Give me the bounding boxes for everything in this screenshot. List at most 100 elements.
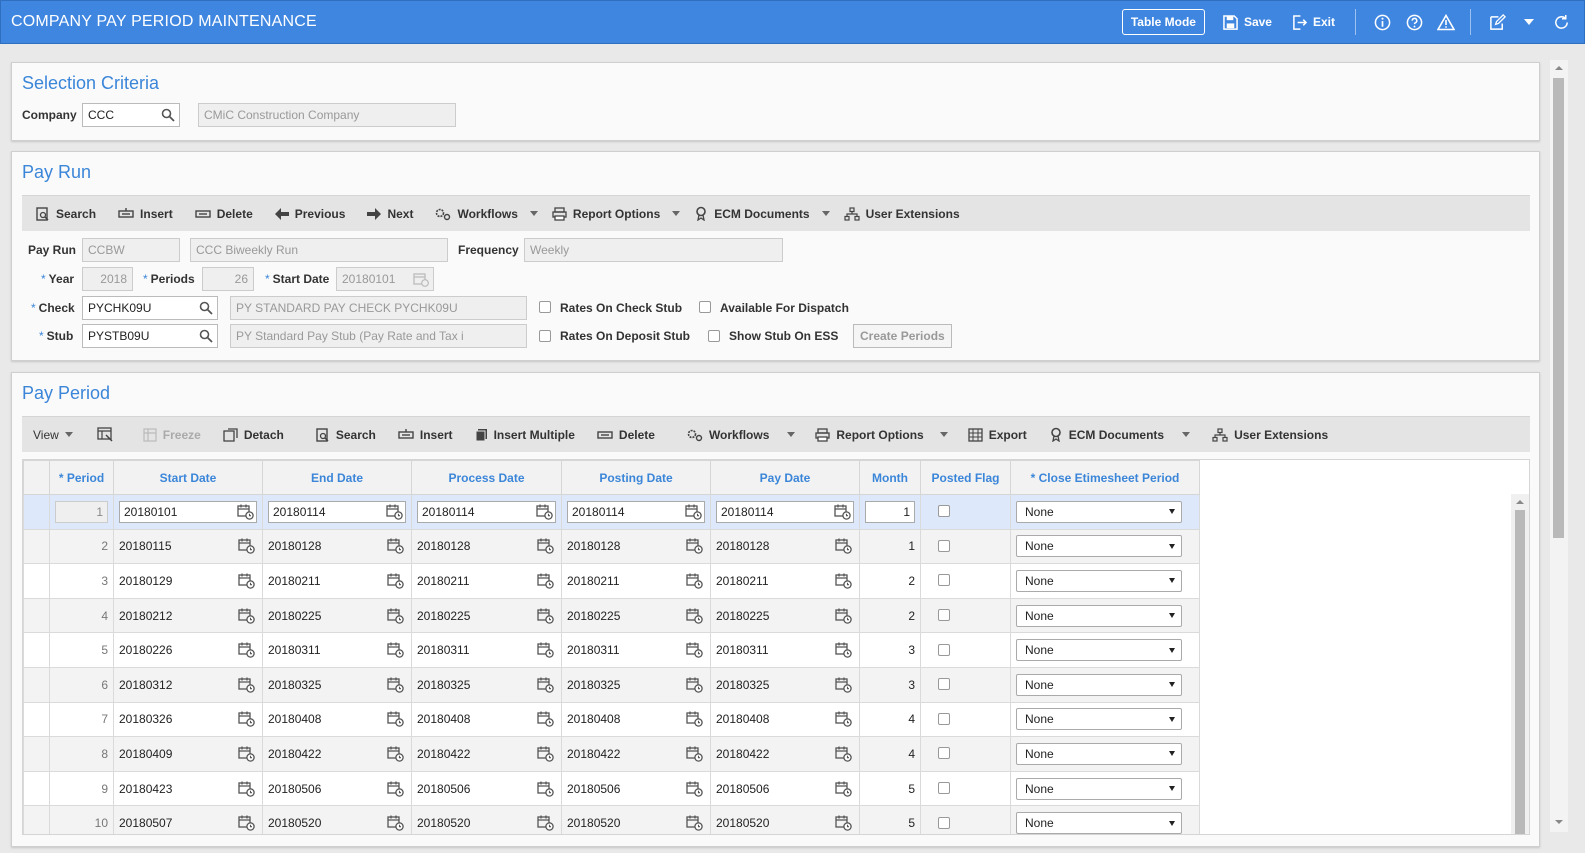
column-header-posting-date[interactable]: Posting Date bbox=[561, 460, 711, 495]
calendar-icon[interactable] bbox=[238, 781, 255, 797]
previous-button[interactable]: Previous bbox=[274, 207, 345, 221]
posted-flag-checkbox[interactable] bbox=[938, 574, 950, 587]
row-selector[interactable] bbox=[23, 494, 50, 530]
start-date-cell[interactable]: 20180507 bbox=[113, 805, 263, 834]
calendar-icon[interactable] bbox=[536, 504, 553, 520]
table-row[interactable]: 7 20180326 20180408 20180408 20180408 2018040… bbox=[23, 701, 1200, 738]
row-selector[interactable] bbox=[23, 597, 50, 634]
calendar-icon[interactable] bbox=[387, 677, 404, 693]
row-selector[interactable] bbox=[23, 805, 50, 834]
process-date-cell[interactable]: 20180211 bbox=[411, 563, 562, 599]
start-date-cell[interactable]: 20180326 bbox=[113, 701, 263, 738]
next-button[interactable]: Next bbox=[367, 207, 413, 221]
report-options-button[interactable]: Report Options bbox=[815, 428, 967, 442]
table-row[interactable]: 6 20180312 20180325 20180325 20180325 2018032… bbox=[23, 666, 1200, 703]
pay-date-input[interactable]: 20180114 bbox=[716, 500, 854, 523]
table-row[interactable]: 8 20180409 20180422 20180422 20180422 2018042… bbox=[23, 736, 1200, 772]
calendar-icon[interactable] bbox=[238, 573, 255, 589]
table-row[interactable]: 4 20180212 20180225 20180225 20180225 2018022… bbox=[23, 597, 1200, 634]
row-selector[interactable] bbox=[23, 632, 50, 668]
calendar-icon[interactable] bbox=[238, 642, 255, 658]
table-row[interactable]: 1 20180101 20180114 20180114 20180114 2018011… bbox=[23, 494, 1200, 530]
pay-date-cell[interactable]: 20180520 bbox=[710, 805, 860, 834]
close-etimesheet-select[interactable]: None bbox=[1016, 812, 1182, 834]
calendar-icon[interactable] bbox=[834, 504, 851, 520]
process-date-cell[interactable]: 20180506 bbox=[411, 770, 562, 807]
ecm-documents-button[interactable]: ECM Documents bbox=[1049, 427, 1212, 442]
period-cell[interactable]: 8 bbox=[49, 736, 114, 772]
posting-date-cell[interactable]: 20180128 bbox=[561, 528, 711, 565]
close-etimesheet-select[interactable]: None bbox=[1016, 500, 1182, 523]
calendar-icon[interactable] bbox=[387, 746, 404, 762]
end-date-cell[interactable]: 20180114 bbox=[262, 494, 412, 530]
search-icon[interactable] bbox=[199, 301, 213, 315]
chevron-down-icon[interactable] bbox=[1520, 13, 1538, 31]
start-date-cell[interactable]: 20180312 bbox=[113, 666, 263, 703]
freeze-button[interactable]: Freeze bbox=[143, 428, 201, 442]
calendar-icon[interactable] bbox=[835, 642, 852, 658]
rates-on-deposit-stub-checkbox[interactable] bbox=[539, 330, 551, 342]
column-header-month[interactable]: Month bbox=[859, 460, 921, 495]
ecm-documents-button[interactable]: ECM Documents bbox=[694, 206, 843, 221]
page-scroll-thumb[interactable] bbox=[1553, 78, 1564, 538]
calendar-icon[interactable] bbox=[686, 573, 703, 589]
posting-date-cell[interactable]: 20180114 bbox=[561, 494, 711, 530]
period-cell[interactable]: 1 bbox=[49, 494, 114, 530]
end-date-cell[interactable]: 20180211 bbox=[262, 563, 412, 599]
calendar-icon[interactable] bbox=[835, 573, 852, 589]
insert-multiple-button[interactable]: Insert Multiple bbox=[475, 428, 575, 442]
calendar-icon[interactable] bbox=[686, 781, 703, 797]
period-cell[interactable]: 3 bbox=[49, 563, 114, 599]
exit-button[interactable]: Exit bbox=[1292, 14, 1335, 30]
column-header-period[interactable]: * Period bbox=[49, 460, 114, 495]
calendar-icon[interactable] bbox=[835, 538, 852, 555]
workflows-button[interactable]: Workflows bbox=[687, 428, 815, 442]
chevron-down-icon[interactable] bbox=[529, 211, 538, 216]
delete-button[interactable]: Delete bbox=[597, 428, 655, 442]
column-header-process-date[interactable]: Process Date bbox=[411, 460, 562, 495]
calendar-icon[interactable] bbox=[387, 781, 404, 797]
company-input[interactable]: CCC bbox=[82, 103, 180, 127]
check-input[interactable]: PYCHK09U bbox=[82, 296, 218, 320]
row-selector[interactable] bbox=[23, 528, 50, 565]
row-selector[interactable] bbox=[23, 563, 50, 599]
rates-on-check-stub-checkbox[interactable] bbox=[539, 301, 551, 313]
period-cell[interactable]: 10 bbox=[49, 805, 114, 834]
calendar-icon[interactable] bbox=[835, 677, 852, 693]
posting-date-cell[interactable]: 20180506 bbox=[561, 770, 711, 807]
pay-date-cell[interactable]: 20180325 bbox=[710, 666, 860, 703]
calendar-icon[interactable] bbox=[537, 815, 554, 831]
month-cell[interactable]: 3 bbox=[859, 666, 921, 703]
calendar-icon[interactable] bbox=[835, 711, 852, 728]
grid-scroll-thumb[interactable] bbox=[1515, 510, 1525, 834]
period-input[interactable]: 1 bbox=[55, 500, 108, 523]
posting-date-cell[interactable]: 20180225 bbox=[561, 597, 711, 634]
table-row[interactable]: 5 20180226 20180311 20180311 20180311 2018031… bbox=[23, 632, 1200, 668]
calendar-icon[interactable] bbox=[537, 711, 554, 728]
month-cell[interactable]: 1 bbox=[859, 528, 921, 565]
grid-scrollbar[interactable] bbox=[1511, 494, 1529, 834]
save-button[interactable]: Save bbox=[1223, 14, 1272, 30]
posted-flag-checkbox[interactable] bbox=[938, 816, 950, 829]
show-stub-on-ess-checkbox[interactable] bbox=[708, 330, 720, 342]
export-button[interactable]: Export bbox=[968, 428, 1027, 442]
process-date-cell[interactable]: 20180520 bbox=[411, 805, 562, 834]
calendar-icon[interactable] bbox=[686, 815, 703, 831]
calendar-icon[interactable] bbox=[686, 677, 703, 693]
table-mode-button[interactable]: Table Mode bbox=[1121, 9, 1205, 35]
row-selector[interactable] bbox=[23, 666, 50, 703]
close-etimesheet-select[interactable]: None bbox=[1016, 673, 1182, 696]
column-header-start-date[interactable]: Start Date bbox=[113, 460, 263, 495]
posting-date-cell[interactable]: 20180422 bbox=[561, 736, 711, 772]
start-date-cell[interactable]: 20180423 bbox=[113, 770, 263, 807]
calendar-icon[interactable] bbox=[537, 746, 554, 762]
row-selector[interactable] bbox=[23, 770, 50, 807]
pay-date-cell[interactable]: 20180128 bbox=[710, 528, 860, 565]
period-cell[interactable]: 2 bbox=[49, 528, 114, 565]
start-date-cell[interactable]: 20180226 bbox=[113, 632, 263, 668]
start-date-cell[interactable]: 20180115 bbox=[113, 528, 263, 565]
process-date-cell[interactable]: 20180128 bbox=[411, 528, 562, 565]
insert-button[interactable]: Insert bbox=[118, 207, 173, 221]
calendar-icon[interactable] bbox=[686, 746, 703, 762]
page-scrollbar[interactable] bbox=[1550, 60, 1568, 832]
